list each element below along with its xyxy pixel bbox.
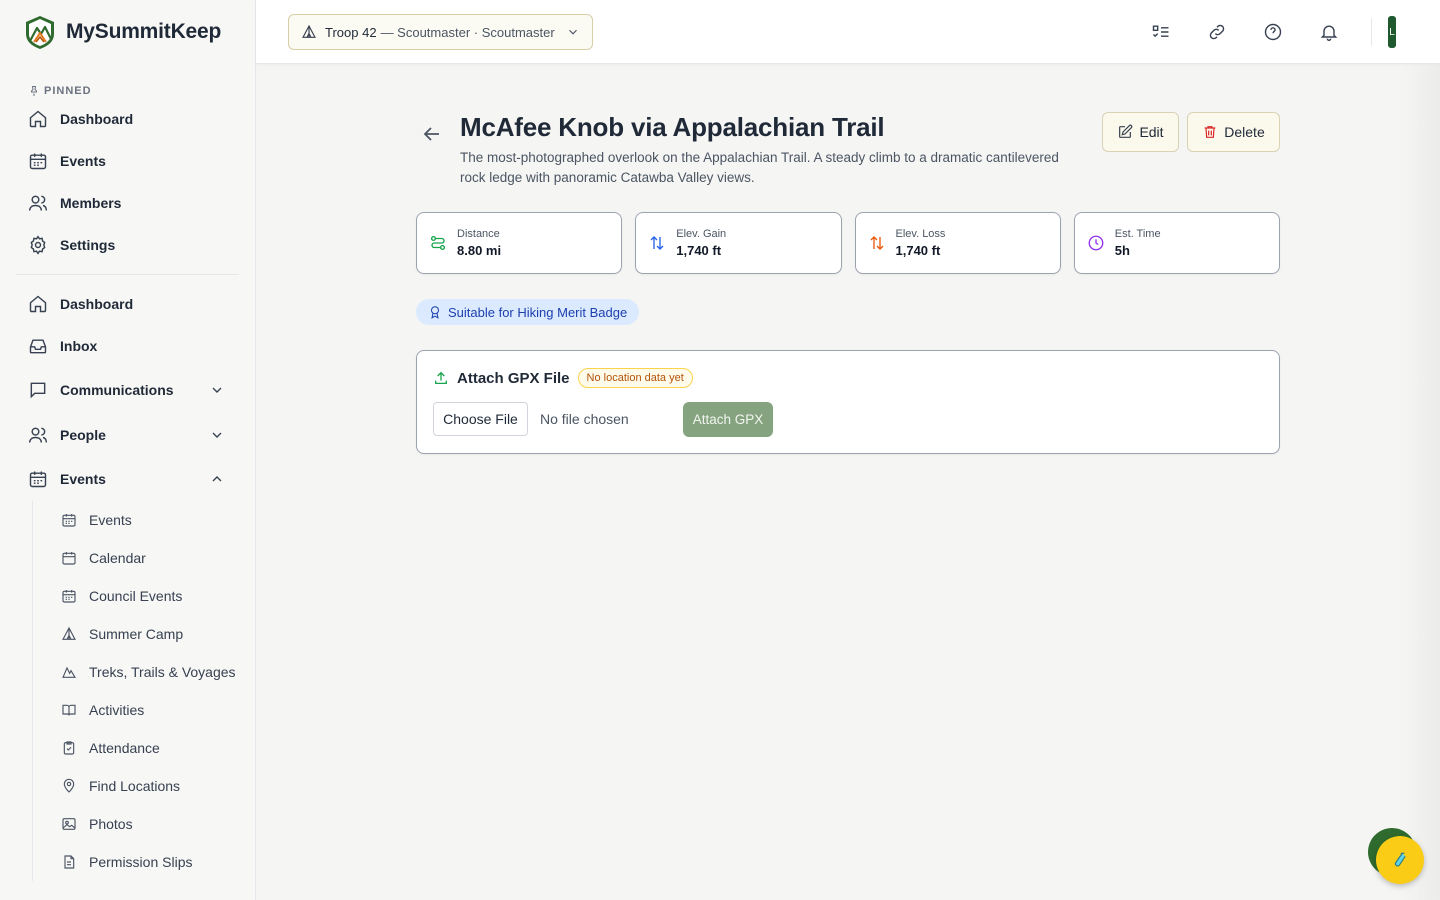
topbar: Troop 42 — Scoutmaster · Scoutmaster L xyxy=(256,0,1440,64)
checklist-button[interactable] xyxy=(1133,0,1189,64)
arrows-up-down-icon xyxy=(650,236,664,250)
calendar-icon xyxy=(62,552,76,565)
attach-gpx-button[interactable]: Attach GPX xyxy=(683,402,773,437)
book-icon xyxy=(62,704,76,716)
page-title: McAfee Knob via Appalachian Trail xyxy=(460,112,885,142)
award-icon xyxy=(430,306,440,319)
back-button[interactable] xyxy=(420,122,444,146)
home-icon xyxy=(29,295,47,313)
chat-icon xyxy=(30,382,46,399)
gpx-card-header: Attach GPX File No location data yet xyxy=(433,367,693,389)
gpx-upload-card: Attach GPX File No location data yet Cho… xyxy=(416,350,1280,454)
clock-icon xyxy=(1088,235,1104,251)
help-icon xyxy=(1264,23,1282,41)
clipboard-icon xyxy=(63,741,75,755)
sidebar-item-events[interactable]: Events xyxy=(0,457,255,501)
document-icon xyxy=(64,855,75,869)
events-submenu: Events Calendar Council Events Summer Ca… xyxy=(32,501,255,881)
users-icon xyxy=(28,427,48,443)
chevron-down-icon xyxy=(569,29,577,35)
mountain-logo-icon xyxy=(26,16,54,49)
arrows-up-down-icon xyxy=(870,236,883,250)
troop-role: — Scoutmaster · Scoutmaster xyxy=(380,24,555,40)
submenu-item-permission-slips[interactable]: Permission Slips xyxy=(33,843,255,881)
sidebar-item-communications[interactable]: Communications xyxy=(0,367,255,413)
pin-icon xyxy=(31,86,37,96)
edit-button[interactable]: Edit xyxy=(1102,112,1179,152)
chevron-down-icon xyxy=(212,387,222,393)
stat-elevation-loss: Elev. Loss 1,740 ft xyxy=(854,212,1061,274)
topbar-divider xyxy=(1371,18,1372,46)
avatar[interactable]: L xyxy=(1388,16,1396,48)
merit-badge-tag: Suitable for Hiking Merit Badge xyxy=(416,299,640,325)
sidebar-item-inbox[interactable]: Inbox xyxy=(0,325,255,367)
inbox-icon xyxy=(29,339,47,354)
submenu-item-find-locations[interactable]: Find Locations xyxy=(33,767,255,805)
upload-icon xyxy=(435,371,447,384)
route-icon xyxy=(430,235,446,251)
trash-icon xyxy=(1204,126,1216,138)
chevron-up-icon xyxy=(212,476,222,482)
sidebar-item-people[interactable]: People xyxy=(0,413,255,457)
choose-file-button[interactable]: Choose File xyxy=(433,402,528,436)
pinned-item-events[interactable]: Events xyxy=(0,140,255,182)
tent-icon xyxy=(62,626,76,640)
edit-icon xyxy=(1119,124,1133,138)
floating-action-button[interactable] xyxy=(1376,836,1424,884)
pinned-item-settings[interactable]: Settings xyxy=(0,224,255,266)
calendar-icon xyxy=(62,590,76,603)
chevron-down-icon xyxy=(212,432,222,438)
gear-icon xyxy=(30,235,46,255)
stat-est-time: Est. Time 5h xyxy=(1073,212,1280,274)
stat-distance: Distance 8.80 mi xyxy=(416,212,623,274)
file-status: No file chosen xyxy=(540,411,629,427)
home-icon xyxy=(29,110,47,128)
sidebar: MySummitKeep PINNED Dashboard Events Mem… xyxy=(0,0,256,900)
test-tube-icon xyxy=(1394,852,1406,867)
troop-selector[interactable]: Troop 42 — Scoutmaster · Scoutmaster xyxy=(288,14,593,50)
topbar-actions: L xyxy=(1133,0,1440,64)
pinned-item-members[interactable]: Members xyxy=(0,182,255,224)
users-icon xyxy=(28,195,48,211)
pinned-item-dashboard[interactable]: Dashboard xyxy=(0,98,255,140)
calendar-icon xyxy=(29,471,47,488)
map-pin-icon xyxy=(63,778,75,793)
arrow-left-icon xyxy=(423,127,439,141)
submenu-item-treks[interactable]: Treks, Trails & Voyages xyxy=(33,653,255,691)
trail-header: McAfee Knob via Appalachian Trail The mo… xyxy=(416,112,1280,188)
trail-detail: McAfee Knob via Appalachian Trail The mo… xyxy=(416,112,1280,454)
sidebar-item-dashboard[interactable]: Dashboard xyxy=(0,283,255,325)
pinned-section-label: PINNED xyxy=(0,64,255,98)
trail-description: The most-photographed overlook on the Ap… xyxy=(460,150,1059,185)
image-icon xyxy=(62,818,76,830)
calendar-icon xyxy=(29,153,47,170)
submenu-item-photos[interactable]: Photos xyxy=(33,805,255,843)
delete-button[interactable]: Delete xyxy=(1187,112,1280,152)
submenu-item-attendance[interactable]: Attendance xyxy=(33,729,255,767)
stat-elevation-gain: Elev. Gain 1,740 ft xyxy=(635,212,842,274)
bell-icon xyxy=(1320,25,1338,41)
main-content: McAfee Knob via Appalachian Trail The mo… xyxy=(256,64,1440,900)
link-button[interactable] xyxy=(1189,0,1245,64)
submenu-item-activities[interactable]: Activities xyxy=(33,691,255,729)
submenu-item-events[interactable]: Events xyxy=(33,501,255,539)
notifications-button[interactable] xyxy=(1301,0,1357,64)
mountain-icon xyxy=(62,666,77,678)
submenu-item-calendar[interactable]: Calendar xyxy=(33,539,255,577)
help-button[interactable] xyxy=(1245,0,1301,64)
submenu-item-summer-camp[interactable]: Summer Camp xyxy=(33,615,255,653)
trail-stats: Distance 8.80 mi Elev. Gain 1,740 ft Ele… xyxy=(416,212,1280,274)
checklist-icon xyxy=(1152,25,1169,38)
calendar-icon xyxy=(62,514,76,527)
brand-name: MySummitKeep xyxy=(66,20,222,43)
brand[interactable]: MySummitKeep xyxy=(0,0,255,64)
status-badge: No location data yet xyxy=(577,368,693,388)
link-icon xyxy=(1209,24,1225,40)
gpx-card-title: Attach GPX File xyxy=(457,369,570,387)
submenu-item-council-events[interactable]: Council Events xyxy=(33,577,255,615)
sidebar-divider xyxy=(16,274,239,275)
tent-icon xyxy=(302,24,316,38)
troop-name: Troop 42 xyxy=(325,24,377,40)
